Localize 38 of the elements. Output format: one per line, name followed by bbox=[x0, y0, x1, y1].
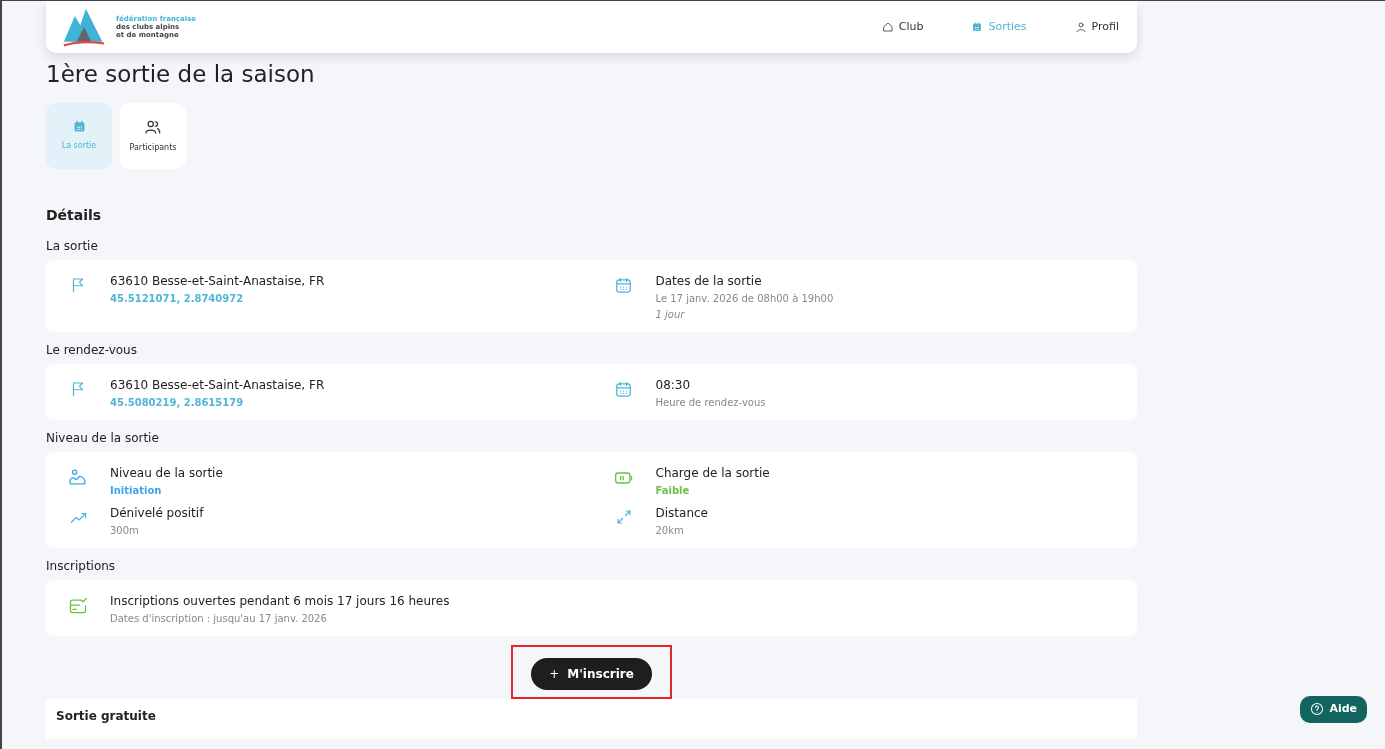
price-label: Sortie gratuite bbox=[56, 708, 156, 726]
help-icon bbox=[1310, 702, 1325, 717]
calendar-icon bbox=[971, 21, 984, 33]
nav-link[interactable]: Profil bbox=[1074, 18, 1119, 36]
info-value: 45.5121071, 2.8740972 bbox=[110, 292, 244, 307]
info-value: 300m bbox=[110, 524, 139, 539]
section-heading: Détails bbox=[46, 206, 103, 224]
help-button[interactable]: Aide bbox=[1300, 696, 1367, 723]
info-label: 08:30 bbox=[655, 377, 692, 395]
calendar-icon bbox=[614, 276, 633, 296]
info-label: Niveau de la sortie bbox=[110, 465, 223, 483]
section-label: Niveau de la sortie bbox=[46, 430, 160, 448]
section-label: Le rendez-vous bbox=[46, 342, 138, 360]
info-label: Dénivelé positif bbox=[110, 505, 204, 523]
home-icon bbox=[881, 21, 894, 33]
info-label: 63610 Besse-et-Saint-Anastaise, FR bbox=[110, 273, 325, 291]
diagonal-arrows-icon bbox=[614, 508, 633, 527]
register-button[interactable]: + M'inscrire bbox=[531, 658, 652, 691]
info-value: Faible bbox=[655, 484, 690, 499]
info-label: Distance bbox=[655, 505, 708, 523]
info-value: Initiation bbox=[110, 484, 162, 499]
info-value: Le 17 janv. 2026 de 08h00 à 19h00 bbox=[655, 292, 834, 307]
page-title: 1ère sortie de la saison bbox=[46, 61, 316, 89]
info-label: Charge de la sortie bbox=[655, 465, 770, 483]
info-label: 63610 Besse-et-Saint-Anastaise, FR bbox=[110, 377, 325, 395]
section-label: La sortie bbox=[46, 238, 99, 256]
tab[interactable]: Participants bbox=[120, 102, 186, 169]
nav-link[interactable]: Club bbox=[881, 18, 924, 36]
info-value: Heure de rendez-vous bbox=[655, 396, 766, 411]
calendar-icon bbox=[614, 380, 633, 400]
info-label: Inscriptions ouvertes pendant 6 mois 17 jours 16 heures bbox=[110, 593, 450, 611]
info-value: 20km bbox=[655, 524, 684, 539]
info-value: 1 jour bbox=[655, 308, 685, 323]
section-label: Inscriptions bbox=[46, 558, 117, 576]
info-value: Dates d'inscription : jusqu'au 17 janv. 2026 bbox=[110, 612, 327, 627]
info-value: 45.5080219, 2.8615179 bbox=[110, 396, 244, 411]
person-icon bbox=[1074, 21, 1087, 33]
info-label: Dates de la sortie bbox=[655, 273, 763, 291]
